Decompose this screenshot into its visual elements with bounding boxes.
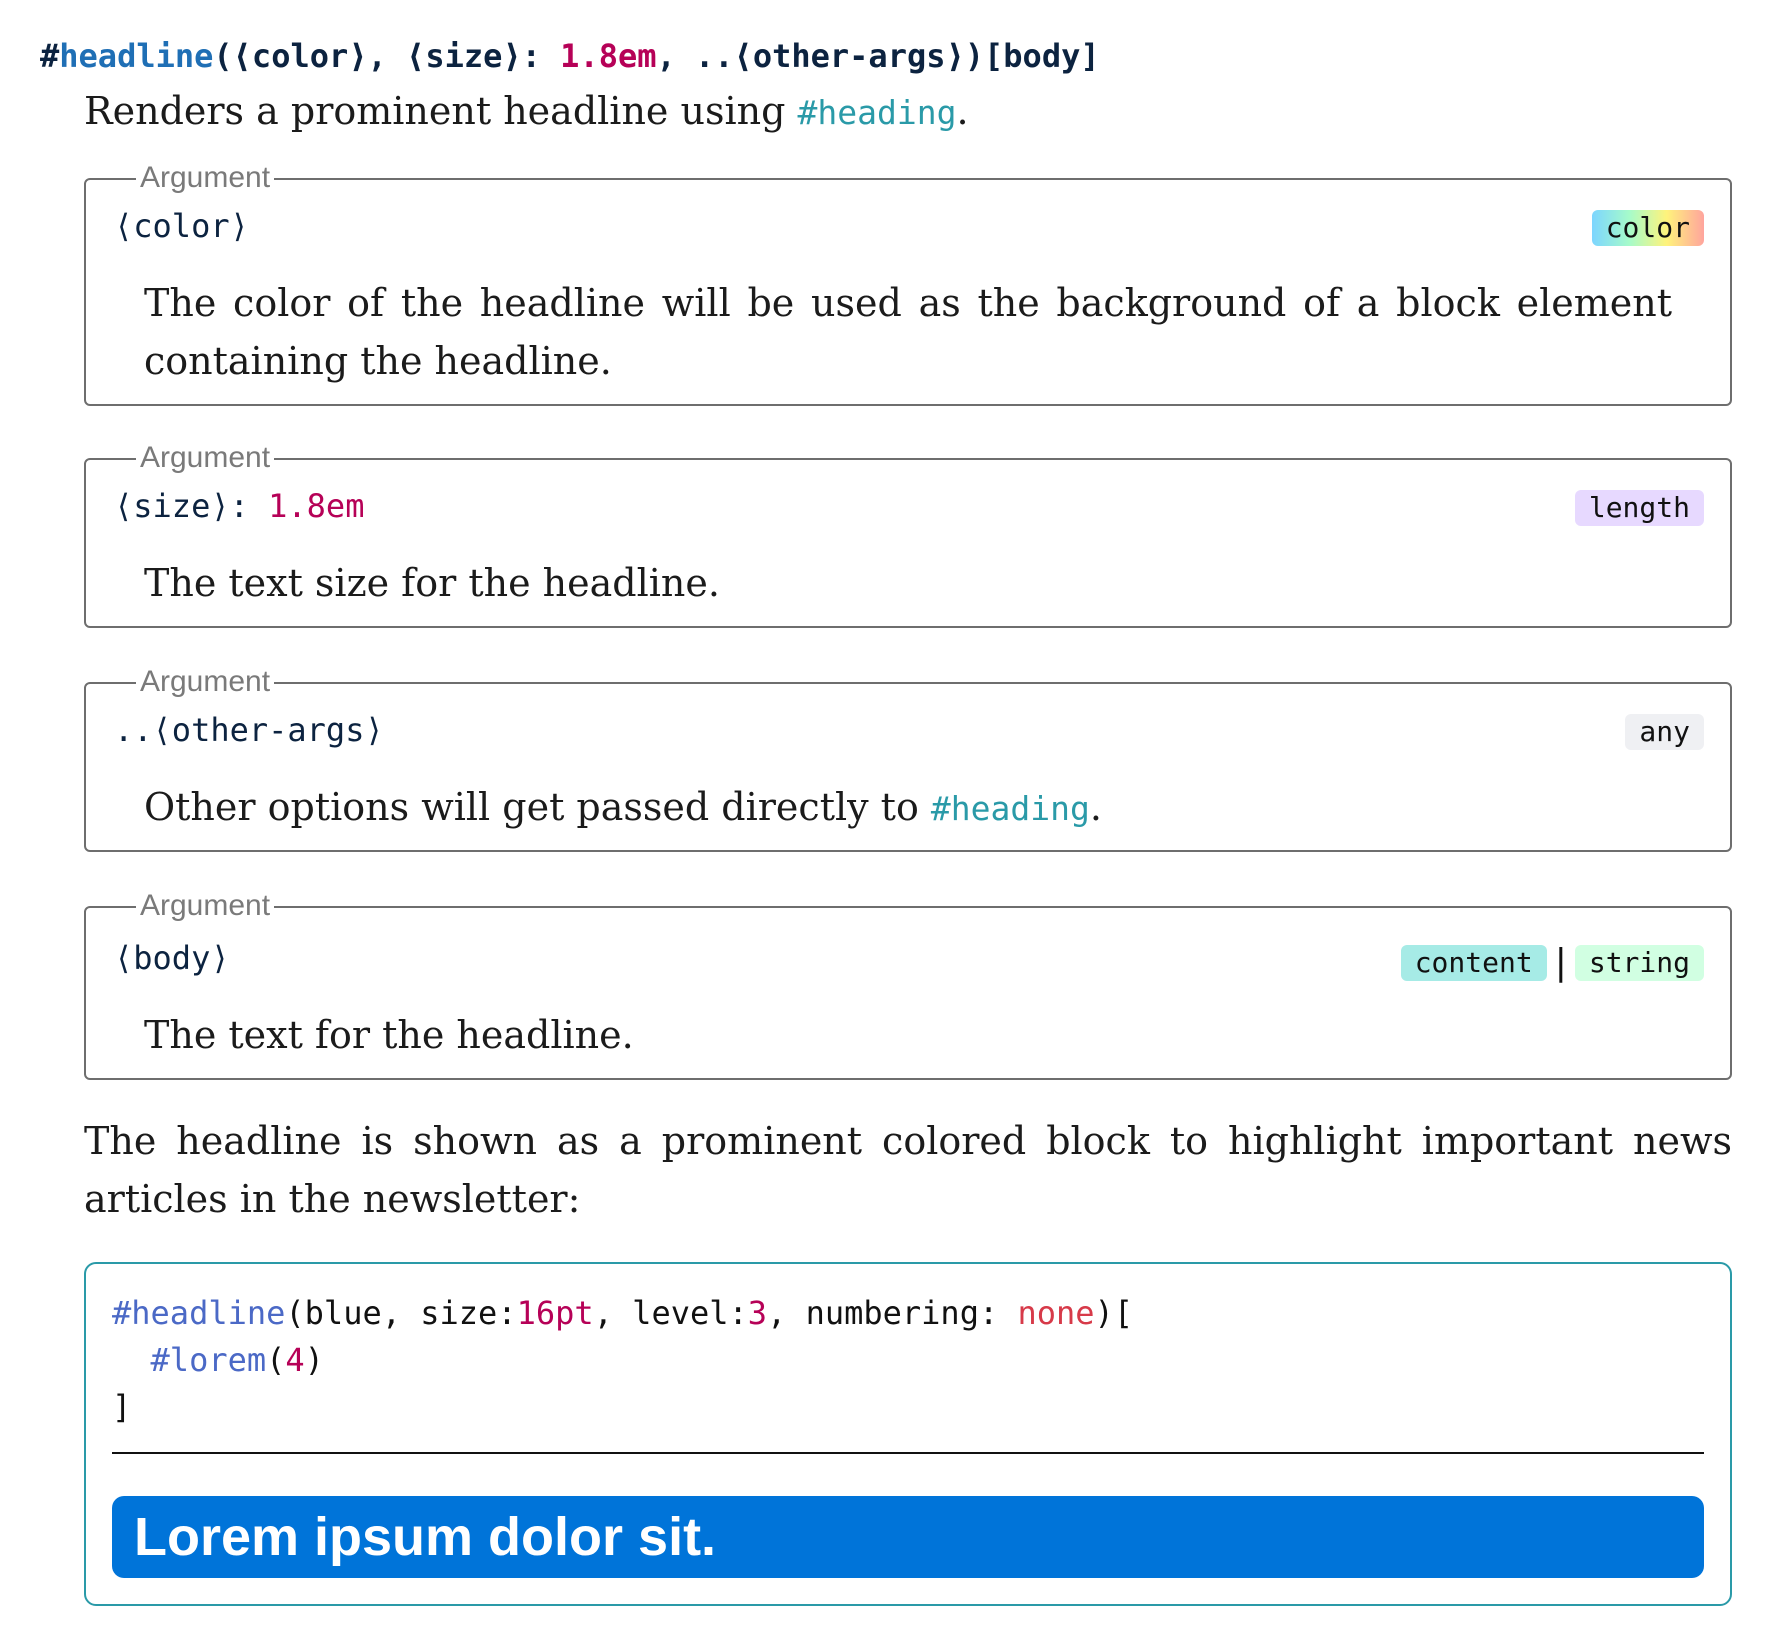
code-line-3: ] <box>112 1388 132 1426</box>
argument-description: The text size for the headline. <box>144 561 720 605</box>
argument-name: ⟨body⟩ <box>114 939 230 977</box>
sig-param-other-args: ..⟨other-args⟩ <box>695 37 965 75</box>
sig-param-size-default: 1.8em <box>560 37 657 75</box>
type-badge-length[interactable]: length <box>1574 490 1704 526</box>
argument-default: 1.8em <box>268 487 365 525</box>
rendered-headline-text: Lorem ipsum dolor sit. <box>134 1507 717 1567</box>
argument-legend: Argument <box>136 663 275 701</box>
type-separator: | <box>1554 942 1567 983</box>
type-badge-any[interactable]: any <box>1625 714 1704 750</box>
example-divider <box>112 1452 1704 1454</box>
type-badge-string[interactable]: string <box>1574 944 1704 981</box>
argument-box-size: Argument ⟨size⟩: 1.8em length The text s… <box>84 439 1732 628</box>
argument-box-body: Argument ⟨body⟩ content | string The tex… <box>84 887 1732 1080</box>
argument-name: ..⟨other-args⟩ <box>114 711 384 749</box>
argument-box-color: Argument ⟨color⟩ color The color of the … <box>84 159 1732 406</box>
rendered-headline-block: Lorem ipsum dolor sit. <box>112 1496 1704 1578</box>
code-line-1: #headline(blue, size:16pt, level:3, numb… <box>112 1294 1134 1332</box>
sig-param-body: [body] <box>984 37 1100 75</box>
type-badge-content[interactable]: content <box>1400 944 1547 981</box>
type-badge-color[interactable]: color <box>1591 210 1704 246</box>
argument-legend: Argument <box>136 159 275 197</box>
function-name: headline <box>59 37 214 75</box>
heading-link[interactable]: heading <box>817 93 956 132</box>
argument-description: Other options will get passed directly t… <box>144 785 1102 829</box>
body-paragraph: The headline is shown as a prominent col… <box>84 1119 1732 1221</box>
heading-link[interactable]: heading <box>951 789 1090 828</box>
function-description: Renders a prominent headline using #head… <box>84 89 969 133</box>
argument-name: ⟨size⟩: 1.8em <box>114 487 365 525</box>
sig-param-size: ⟨size⟩ <box>406 37 522 75</box>
argument-description: The text for the headline. <box>144 1013 634 1057</box>
argument-legend: Argument <box>136 439 275 477</box>
code-line-2: #lorem(4) <box>150 1341 324 1379</box>
sig-param-color: ⟨color⟩ <box>232 37 368 75</box>
argument-name: ⟨color⟩ <box>114 207 249 245</box>
argument-legend: Argument <box>136 887 275 925</box>
example-box: #headline(blue, size:16pt, level:3, numb… <box>84 1262 1732 1606</box>
function-signature: #headline(⟨color⟩, ⟨size⟩: 1.8em, ..⟨oth… <box>40 37 1100 75</box>
code-block: #headline(blue, size:16pt, level:3, numb… <box>112 1290 1133 1431</box>
argument-description: The color of the headline will be used a… <box>144 281 1672 383</box>
argument-box-other-args: Argument ..⟨other-args⟩ any Other option… <box>84 663 1732 852</box>
